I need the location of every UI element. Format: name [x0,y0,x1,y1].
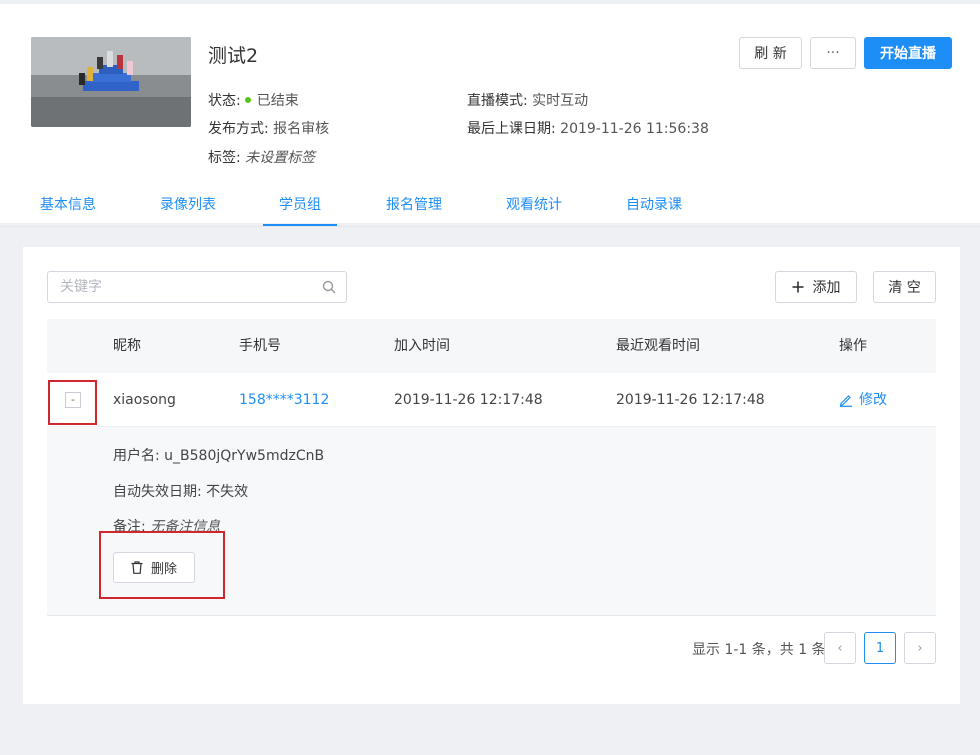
edit-label: 修改 [859,392,887,408]
mode-value: 实时互动 [532,93,589,109]
clear-button[interactable]: 清 空 [873,271,936,303]
status-value: 已结束 [256,93,299,109]
tags-value: 未设置标签 [245,150,316,166]
cell-joined: 2019-11-26 12:17:48 [394,392,543,408]
tab-student-group[interactable]: 学员组 [263,185,337,226]
tab-registration[interactable]: 报名管理 [369,185,459,226]
course-title: 测试2 [208,45,259,67]
publish-value: 报名审核 [273,121,330,137]
start-live-button[interactable]: 开始直播 [864,37,952,69]
detail-expire: 自动失效日期: 不失效 [113,484,249,500]
header-nickname: 昵称 [113,338,141,354]
status-row: 状态: 已结束 [208,93,299,109]
header-actions: 操作 [839,338,867,354]
mode-row: 直播模式: 实时互动 [467,93,589,109]
edit-button[interactable]: 修改 [839,373,887,427]
search-box [47,271,347,303]
plus-icon [792,281,803,293]
tab-basic-info[interactable]: 基本信息 [23,185,113,226]
table-header: 昵称 手机号 加入时间 最近观看时间 操作 [47,319,936,373]
cell-last-watch: 2019-11-26 12:17:48 [616,392,765,408]
publish-row: 发布方式: 报名审核 [208,121,330,137]
tags-row: 标签: 未设置标签 [208,150,316,166]
expire-value: 不失效 [206,484,249,500]
add-button[interactable]: 添加 [775,271,857,303]
pencil-icon [839,395,852,407]
tab-auto-record[interactable]: 自动录课 [609,185,699,226]
header-last-watch: 最近观看时间 [616,338,700,354]
highlight-delete-box [99,531,225,599]
student-group-panel: 添加 清 空 昵称 手机号 加入时间 最近观看时间 操作 - xiaosong … [23,247,960,704]
tab-view-stats[interactable]: 观看统计 [489,185,579,226]
prev-page-button[interactable]: ‹ [824,632,856,664]
header-joined: 加入时间 [394,338,450,354]
page-1-button[interactable]: 1 [864,632,896,664]
cell-phone[interactable]: 158****3112 [239,373,329,427]
pagination-summary: 显示 1-1 条，共 1 条 [692,642,826,658]
table-row: - xiaosong 158****3112 2019-11-26 12:17:… [47,373,936,427]
header-phone: 手机号 [239,338,281,354]
next-page-button[interactable]: › [904,632,936,664]
more-button[interactable]: ··· [810,37,856,69]
search-input[interactable] [48,272,308,302]
refresh-button[interactable]: 刷 新 [739,37,802,69]
tab-recordings[interactable]: 录像列表 [143,185,233,226]
search-icon[interactable] [322,280,336,294]
status-dot-icon [244,97,251,103]
cell-nickname: xiaosong [113,392,176,408]
username-value: u_B580jQrYw5mdzCnB [164,448,325,464]
last-class-value: 2019-11-26 11:56:38 [560,121,709,137]
add-label: 添加 [812,280,841,296]
last-class-row: 最后上课日期: 2019-11-26 11:56:38 [467,121,709,137]
course-thumbnail [31,37,191,127]
detail-username: 用户名: u_B580jQrYw5mdzCnB [113,448,325,464]
course-header: 测试2 状态: 已结束 发布方式: 报名审核 标签: 未设置标签 直播模式: 实时… [0,0,980,227]
tab-bar: 基本信息 录像列表 学员组 报名管理 观看统计 自动录课 [0,185,980,227]
highlight-collapse-box [48,380,97,425]
